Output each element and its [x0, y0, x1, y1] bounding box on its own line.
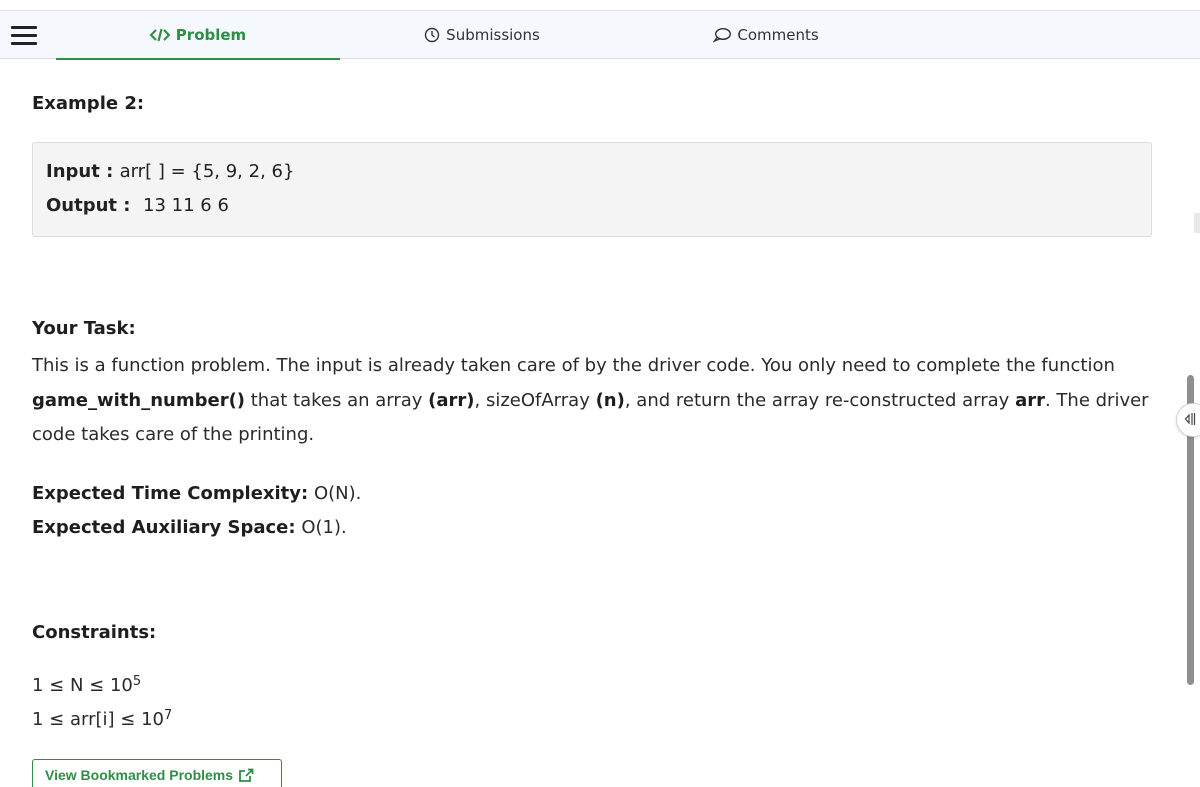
panel-resize-handle[interactable]: [1176, 403, 1200, 437]
menu-icon[interactable]: [11, 24, 37, 48]
return-name: arr: [1015, 389, 1045, 411]
input-value: arr[ ] = {5, 9, 2, 6}: [119, 161, 295, 182]
bookmark-button-label: View Bookmarked Problems: [45, 767, 234, 783]
tab-comments[interactable]: Comments: [624, 11, 908, 59]
tab-comments-label: Comments: [737, 26, 819, 44]
param-arr: (arr): [428, 389, 475, 411]
function-name: game_with_number(): [32, 389, 246, 411]
output-label: Output: [46, 195, 118, 216]
resize-arrows-icon: [1184, 411, 1198, 430]
comment-icon: [713, 27, 732, 43]
view-bookmarked-problems-button[interactable]: View Bookmarked Problems: [32, 759, 282, 787]
time-complexity: Expected Time Complexity: O(N).: [32, 483, 362, 504]
constraint-n: 1 ≤ N ≤ 105: [32, 674, 142, 696]
input-label: Input: [46, 161, 100, 182]
window-top-strip: [0, 0, 1200, 11]
tab-problem-label: Problem: [175, 26, 247, 44]
space-complexity: Expected Auxiliary Space: O(1).: [32, 517, 347, 538]
your-task-title: Your Task:: [32, 318, 136, 339]
clock-icon: [424, 27, 440, 43]
example-box: Input : arr[ ] = {5, 9, 2, 6} Output : 1…: [32, 142, 1152, 237]
code-icon: [149, 28, 170, 42]
constraints-title: Constraints:: [32, 622, 157, 643]
problem-tab-bar: Problem Submissions Comments: [0, 11, 1200, 60]
tab-submissions[interactable]: Submissions: [340, 11, 624, 59]
tab-submissions-label: Submissions: [446, 26, 540, 44]
tab-problem[interactable]: Problem: [56, 11, 340, 60]
output-value: 13 11 6 6: [143, 195, 229, 216]
example-title: Example 2:: [32, 93, 145, 114]
example-output-line: Output : 13 11 6 6: [46, 195, 229, 216]
external-link-icon: [238, 768, 254, 783]
complexity-block: Expected Time Complexity: O(N). Expected…: [32, 477, 361, 545]
scrollbar-marker: [1194, 213, 1200, 233]
example-input-line: Input : arr[ ] = {5, 9, 2, 6}: [46, 161, 295, 182]
param-n: (n): [595, 389, 625, 411]
constraint-arr: 1 ≤ arr[i] ≤ 107: [32, 708, 173, 730]
task-description: This is a function problem. The input is…: [32, 355, 1149, 445]
